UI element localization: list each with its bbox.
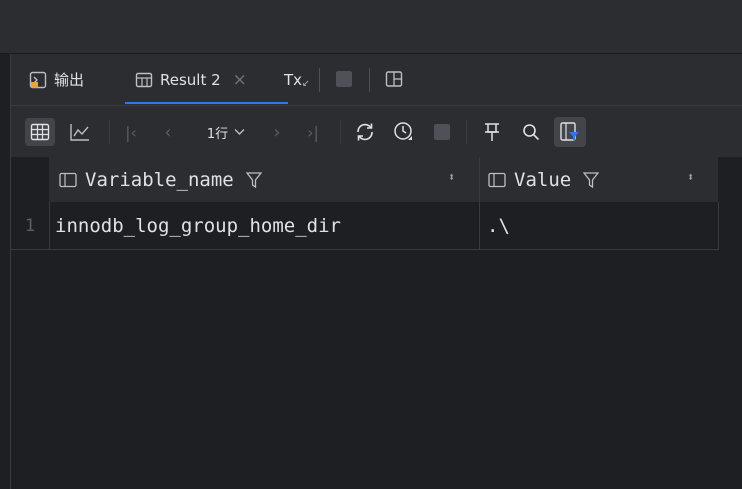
history-icon[interactable] <box>391 119 417 145</box>
stop-icon[interactable] <box>334 69 354 89</box>
rows-dropdown[interactable]: 1行 <box>196 118 256 146</box>
last-page-icon[interactable]: ›| <box>302 120 324 144</box>
sort-icon[interactable]: ⬍ <box>687 170 694 184</box>
filter-icon[interactable] <box>583 171 600 189</box>
next-page-icon[interactable]: › <box>267 120 287 144</box>
tab-output[interactable]: 输出 <box>29 54 84 105</box>
filter-view-button[interactable] <box>554 117 586 147</box>
chevron-down-icon <box>234 125 245 140</box>
close-icon[interactable]: × <box>233 70 247 90</box>
table-icon <box>135 71 153 89</box>
tx-label: Tx <box>284 70 303 89</box>
table-cell-value[interactable]: .\ <box>487 202 712 249</box>
column-label: Variable_name <box>85 168 234 191</box>
tab-output-label: 输出 <box>54 71 85 89</box>
pin-icon[interactable] <box>480 119 504 145</box>
console-icon <box>29 71 47 89</box>
table-cell-variable-name[interactable]: innodb_log_group_home_dir <box>55 202 475 249</box>
active-tab-indicator <box>125 102 288 104</box>
tx-button[interactable]: Tx ↙ <box>284 54 310 105</box>
rows-label: 1行 <box>206 126 229 142</box>
column-header-value[interactable]: Value ⬍ <box>480 157 718 202</box>
prev-page-icon[interactable]: ‹ <box>158 120 178 144</box>
sort-icon[interactable]: ⬍ <box>448 170 455 184</box>
top-bar <box>0 0 742 54</box>
chart-view-icon[interactable] <box>67 119 93 145</box>
column-filter-icon <box>560 122 579 141</box>
results-tab-bar: 输出 Result 2 × Tx ↙ <box>10 54 742 106</box>
column-icon <box>59 172 77 188</box>
first-page-icon[interactable]: |‹ <box>120 120 142 144</box>
column-label: Value <box>514 168 572 191</box>
search-icon[interactable] <box>519 119 543 145</box>
column-icon <box>488 172 506 188</box>
tab-result-2[interactable]: Result 2 × <box>135 54 247 105</box>
tx-mode-icon: ↙ <box>302 78 310 89</box>
table-view-icon <box>30 123 50 141</box>
data-grid: Variable_name ⬍ Value ⬍ 1 innodb_log_gro… <box>10 157 742 489</box>
filter-icon[interactable] <box>245 171 262 189</box>
refresh-icon[interactable] <box>352 119 378 145</box>
table-view-button[interactable] <box>25 118 55 146</box>
column-header-variable-name[interactable]: Variable_name ⬍ <box>49 157 479 202</box>
row-number: 1 <box>24 215 36 236</box>
layout-icon[interactable] <box>384 69 404 89</box>
tab-result-label: Result 2 <box>160 70 221 89</box>
stop-query-icon[interactable] <box>431 121 453 143</box>
grid-toolbar: |‹ ‹ 1行 › ›| <box>10 106 742 157</box>
